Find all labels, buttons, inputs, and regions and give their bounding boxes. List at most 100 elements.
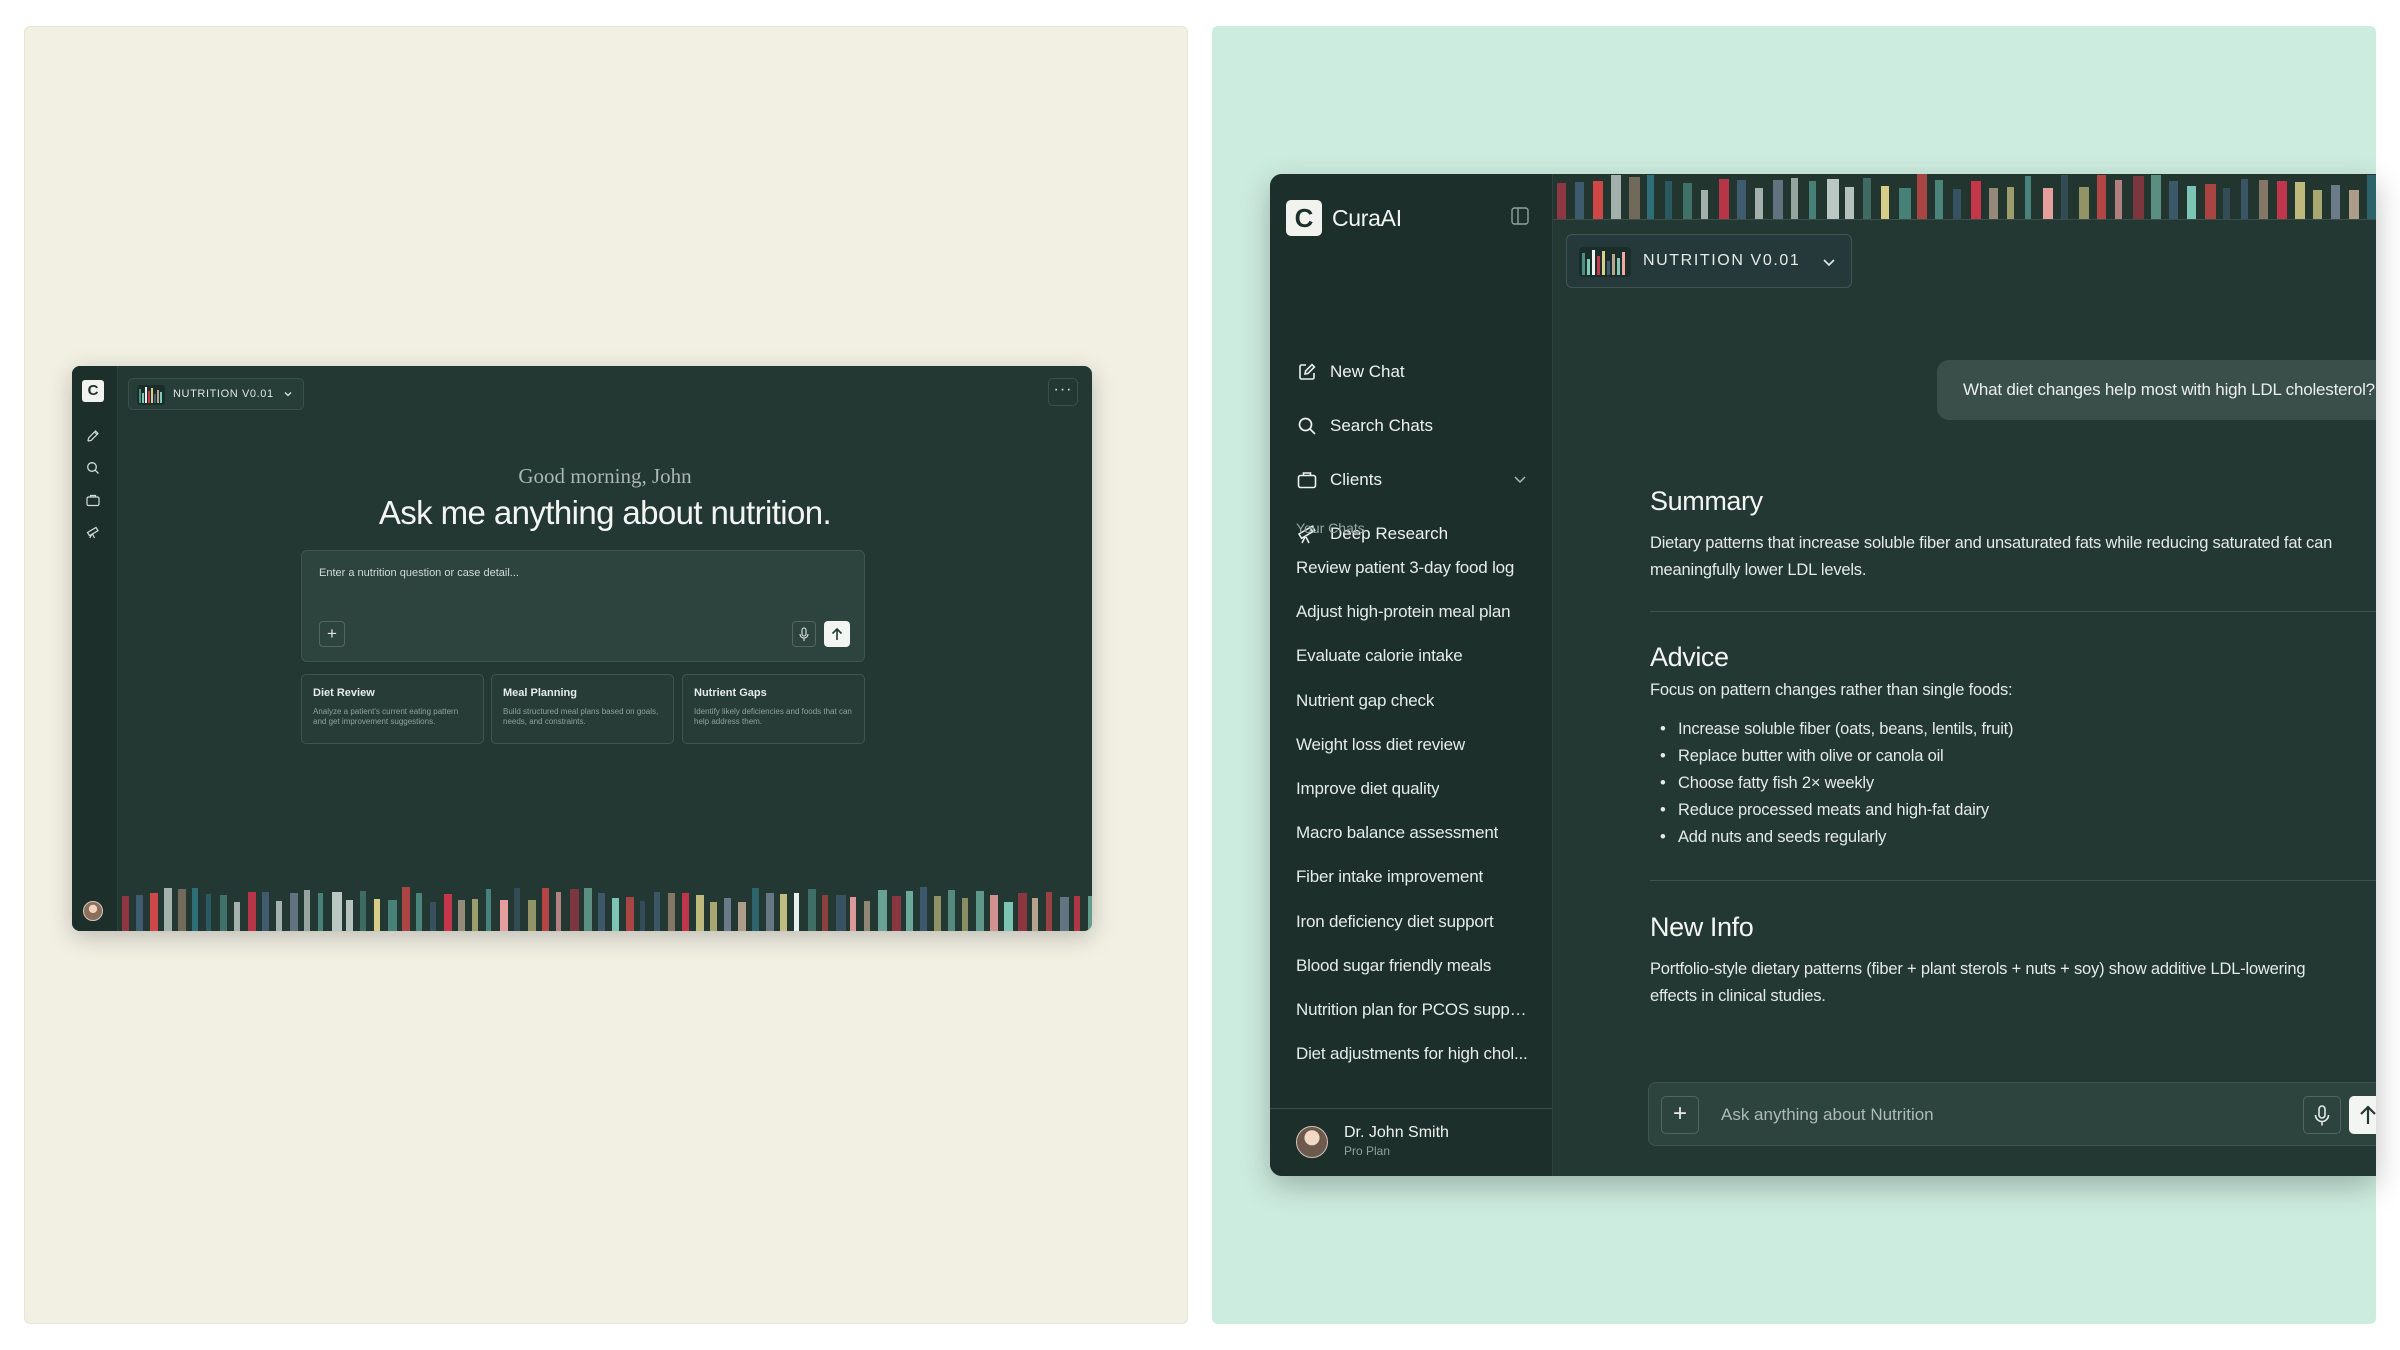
section-title-your-chats: Your Chats xyxy=(1296,520,1365,536)
chat-history-item[interactable]: Evaluate calorie intake xyxy=(1284,636,1540,676)
decorative-bar-pattern xyxy=(122,887,1092,931)
card-description: Build structured meal plans based on goa… xyxy=(503,707,659,726)
more-options-button[interactable]: ··· xyxy=(1048,378,1078,406)
decorative-bar xyxy=(374,899,380,931)
app-logo: C xyxy=(1286,200,1322,236)
send-button[interactable] xyxy=(824,621,850,647)
avatar[interactable] xyxy=(1296,1126,1328,1158)
decorative-bar xyxy=(1791,178,1798,219)
decorative-bar xyxy=(2277,181,2287,219)
decorative-bar-pattern xyxy=(1553,174,2376,220)
chat-history-label: Review patient 3-day food log xyxy=(1296,558,1515,577)
prompt-input[interactable]: Enter a nutrition question or case detai… xyxy=(301,550,865,662)
sidebar-item-search-chats[interactable]: Search Chats xyxy=(1284,402,1540,448)
user-name[interactable]: Dr. John Smith xyxy=(1344,1124,1449,1142)
decorative-bar xyxy=(2223,188,2230,219)
decorative-bar xyxy=(1683,183,1692,219)
decorative-bar xyxy=(136,895,143,931)
decorative-bar xyxy=(934,896,941,931)
chat-history-label: Weight loss diet review xyxy=(1296,734,1465,754)
divider xyxy=(1270,1108,1552,1109)
chat-history-item[interactable]: Macro balance assessment xyxy=(1284,813,1540,853)
new-info-text: Portfolio-style dietary patterns (fiber … xyxy=(1650,960,2306,1005)
model-selector[interactable]: NUTRITION V0.01 xyxy=(1566,234,1852,288)
decorative-bar xyxy=(318,893,323,931)
sidebar-item-label: Clients xyxy=(1330,470,1382,489)
decorative-bar xyxy=(1074,896,1080,931)
chat-history-item[interactable]: Fiber intake improvement xyxy=(1284,857,1540,897)
decorative-bar xyxy=(626,897,634,931)
decorative-bar xyxy=(668,893,675,931)
decorative-bar xyxy=(2187,186,2196,219)
decorative-bar xyxy=(2331,185,2340,219)
search-icon[interactable] xyxy=(85,460,101,476)
model-label: NUTRITION V0.01 xyxy=(1643,252,1801,269)
microphone-button[interactable] xyxy=(2303,1096,2341,1134)
microphone-button[interactable] xyxy=(792,621,816,647)
decorative-bar xyxy=(304,890,310,931)
decorative-bar xyxy=(486,889,491,931)
decorative-bar xyxy=(542,888,549,931)
decorative-bar xyxy=(1665,181,1672,219)
decorative-bar xyxy=(2115,180,2122,219)
model-selector[interactable]: NUTRITION V0.01 xyxy=(128,378,304,410)
chat-history-item[interactable]: Review patient 3-day food log xyxy=(1284,548,1540,588)
chat-history-item[interactable]: Adjust high-protein meal plan xyxy=(1284,592,1540,632)
decorative-bar xyxy=(892,896,901,931)
chevron-down-icon xyxy=(1823,259,1835,267)
decorative-bar xyxy=(500,900,508,931)
decorative-bar xyxy=(416,893,422,931)
decorative-bar xyxy=(1557,183,1566,219)
chat-history-item[interactable]: Iron deficiency diet support xyxy=(1284,902,1540,942)
new-chat-icon[interactable] xyxy=(85,428,101,444)
chevron-down-icon[interactable] xyxy=(1512,471,1528,487)
sidebar-toggle-icon[interactable] xyxy=(1510,206,1530,226)
suggestion-card-meal-planning[interactable]: Meal Planning Build structured meal plan… xyxy=(491,674,674,744)
chat-history-item[interactable]: Weight loss diet review xyxy=(1284,725,1540,765)
decorative-bar xyxy=(1899,188,1911,219)
greeting: Good morning, John xyxy=(518,464,692,488)
sidebar-item-clients[interactable]: Clients xyxy=(1284,456,1540,502)
attach-button[interactable]: + xyxy=(319,621,345,647)
suggestion-card-diet-review[interactable]: Diet Review Analyze a patient's current … xyxy=(301,674,484,744)
chat-history-label: Diet adjustments for high chol... xyxy=(1296,1044,1528,1064)
decorative-bar xyxy=(332,892,342,931)
decorative-bar xyxy=(164,888,172,931)
microphone-icon xyxy=(2314,1105,2330,1126)
decorative-bar xyxy=(990,895,998,931)
decorative-bar xyxy=(1881,186,1889,219)
attach-button[interactable]: + xyxy=(1661,1096,1699,1134)
chat-history-item[interactable]: Diet adjustments for high chol... xyxy=(1284,1034,1540,1074)
telescope-icon[interactable] xyxy=(85,524,101,540)
suggestion-card-nutrient-gaps[interactable]: Nutrient Gaps Identify likely deficienci… xyxy=(682,674,865,744)
decorative-bar xyxy=(2133,176,2144,219)
list-item: Increase soluble fiber (oats, beans, len… xyxy=(1650,716,2014,743)
decorative-bar xyxy=(1737,180,1746,219)
chat-history-item[interactable]: Blood sugar friendly meals xyxy=(1284,946,1540,986)
chat-history-item[interactable]: Nutrient gap check xyxy=(1284,681,1540,721)
decorative-bar xyxy=(1863,178,1871,219)
decorative-bar xyxy=(948,890,955,931)
chat-composer[interactable]: + Ask anything about Nutrition xyxy=(1648,1082,2376,1146)
decorative-bar xyxy=(766,893,774,931)
briefcase-icon[interactable] xyxy=(85,492,101,508)
search-icon xyxy=(1298,417,1316,435)
new-info-heading: New Info xyxy=(1650,912,1754,942)
avatar[interactable] xyxy=(83,901,103,921)
model-label: NUTRITION V0.01 xyxy=(173,388,274,400)
decorative-bar xyxy=(822,895,828,931)
chat-history-label: Blood sugar friendly meals xyxy=(1296,955,1492,975)
chat-history-item[interactable]: Nutrition plan for PCOS suppo... xyxy=(1284,990,1540,1030)
sidebar-item-new-chat[interactable]: New Chat xyxy=(1284,348,1540,394)
decorative-bar xyxy=(864,901,870,931)
send-button[interactable] xyxy=(2349,1096,2376,1134)
decorative-bar xyxy=(1827,179,1839,219)
list-item: Reduce processed meats and high-fat dair… xyxy=(1650,797,2013,824)
decorative-bar xyxy=(1611,175,1621,219)
decorative-bar xyxy=(2241,179,2248,219)
chat-history-item[interactable]: Improve diet quality xyxy=(1284,769,1540,809)
decorative-bar xyxy=(444,894,452,931)
decorative-bar xyxy=(696,895,704,931)
sidebar-item-label: New Chat xyxy=(1330,362,1405,381)
decorative-bar xyxy=(2025,176,2031,219)
